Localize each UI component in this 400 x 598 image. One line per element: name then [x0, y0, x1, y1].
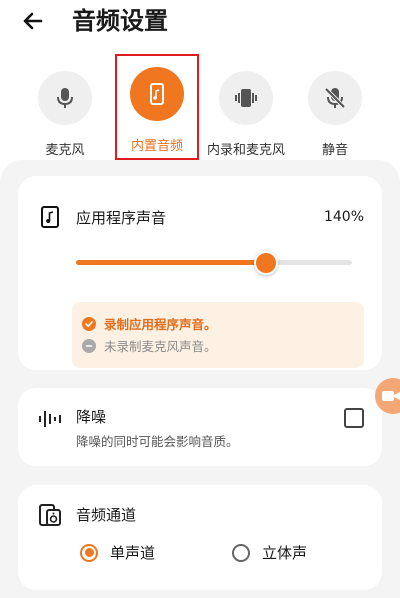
- noise-reduction-checkbox[interactable]: [344, 408, 364, 428]
- mode-internal-audio[interactable]: 内置音频: [115, 54, 199, 160]
- mode-microphone[interactable]: 麦克风: [17, 62, 113, 158]
- radio-stereo[interactable]: 立体声: [232, 542, 307, 563]
- volume-slider[interactable]: [76, 251, 352, 275]
- slider-fill: [76, 260, 267, 265]
- page-title: 音频设置: [72, 7, 168, 35]
- check-circle-icon: [82, 316, 96, 331]
- audio-channel-title: 音频通道: [76, 506, 137, 524]
- phone-audio-icon: [235, 89, 257, 107]
- arrow-left-icon: [23, 12, 43, 30]
- info-row-unchecked: 未录制麦克风声音。: [82, 336, 217, 355]
- music-phone-icon: [150, 83, 164, 105]
- music-phone-icon: [41, 206, 59, 228]
- mode-label: 内录和麦克风: [206, 143, 285, 158]
- audio-mode-selector: 麦克风 内置音频 内录和麦克风 静音: [0, 54, 400, 162]
- minus-circle-icon: [82, 338, 96, 353]
- slider-thumb[interactable]: [254, 251, 279, 275]
- mode-label: 内置音频: [130, 139, 183, 154]
- volume-percent: 140%: [323, 209, 364, 225]
- recording-info-box: 录制应用程序声音。 未录制麦克风声音。: [72, 302, 364, 368]
- back-button[interactable]: [18, 6, 48, 36]
- mic-off-icon: [324, 87, 346, 109]
- microphone-icon: [57, 88, 73, 108]
- noise-reduction-card[interactable]: 降噪 降噪的同时可能会影响音质。: [18, 388, 382, 466]
- settings-panel: 应用程序声音 140% 录制应用程序声音。 未录制麦克风声音。 降噪 降噪的同时…: [0, 160, 400, 598]
- waveform-icon: [39, 411, 61, 427]
- radio-mono[interactable]: 单声道: [80, 542, 155, 563]
- mode-internal-and-mic[interactable]: 内录和麦克风: [197, 62, 295, 158]
- radio-indicator: [80, 543, 98, 562]
- mode-mute[interactable]: 静音: [287, 62, 383, 158]
- app-sound-title: 应用程序声音: [76, 209, 167, 227]
- noise-reduction-subtitle: 降噪的同时可能会影响音质。: [76, 434, 239, 449]
- mode-label: 静音: [321, 143, 348, 158]
- audio-channel-card: 音频通道 单声道 立体声: [18, 485, 382, 590]
- header: 音频设置: [0, 0, 400, 50]
- speaker-phone-icon: [39, 504, 61, 526]
- info-row-checked: 录制应用程序声音。: [82, 314, 217, 333]
- audio-channel-options: 单声道 立体声: [76, 542, 376, 566]
- video-camera-icon: [382, 391, 400, 401]
- mode-label: 麦克风: [45, 143, 85, 158]
- app-sound-card: 应用程序声音 140% 录制应用程序声音。 未录制麦克风声音。: [18, 176, 382, 370]
- radio-indicator: [232, 543, 250, 562]
- noise-reduction-title: 降噪: [76, 408, 107, 426]
